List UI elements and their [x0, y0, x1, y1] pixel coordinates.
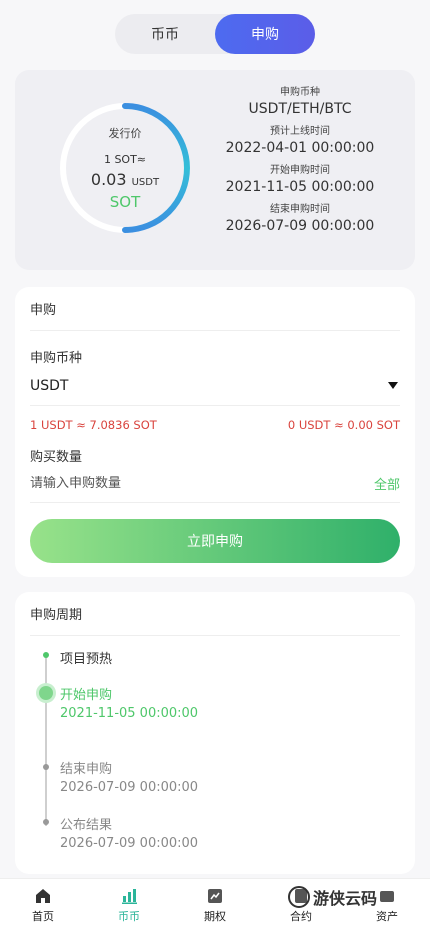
segmented-control: 币币 申购 — [115, 14, 315, 54]
quantity-label: 购买数量 — [30, 450, 83, 465]
home-icon — [36, 889, 50, 903]
subscribe-now-button[interactable]: 立即申购 — [30, 519, 400, 563]
issue-coin: SOT — [109, 193, 141, 211]
tab-label: 资产 — [376, 910, 398, 923]
issue-details: 申购币种 USDT/ETH/BTC 预计上线时间 2022-04-01 00:0… — [215, 86, 385, 242]
step-time: 2026-07-09 00:00:00 — [60, 780, 199, 795]
step-name: 公布结果 — [60, 818, 113, 833]
tab-label: 期权 — [204, 910, 226, 923]
timeline-dot — [43, 652, 49, 658]
tab-subscribe[interactable]: 申购 — [215, 14, 315, 54]
quantity-row: 全部 — [30, 465, 400, 503]
rate-right: 0 USDT ≈ 0.00 SOT — [287, 418, 400, 432]
issue-price-unit: USDT — [131, 177, 160, 188]
watermark-logo-icon — [288, 886, 310, 908]
options-icon — [208, 889, 222, 903]
tab-coin-trade[interactable]: 币币 — [86, 879, 172, 932]
info-end-time: 结束申购时间 2026-07-09 00:00:00 — [215, 203, 385, 235]
info-value: 2021-11-05 00:00:00 — [225, 179, 375, 195]
period-title: 申购周期 — [30, 592, 400, 636]
timeline-step-preheat: 项目预热 — [60, 648, 112, 667]
info-value: 2022-04-01 00:00:00 — [225, 140, 375, 156]
timeline-line — [45, 654, 47, 826]
timeline-dot-active — [39, 686, 53, 700]
tab-label: 首页 — [32, 910, 54, 923]
all-button[interactable]: 全部 — [374, 474, 400, 493]
info-value: 2026-07-09 00:00:00 — [225, 218, 375, 234]
step-time: 2026-07-09 00:00:00 — [60, 836, 199, 851]
watermark-text: 游侠云码 — [313, 889, 378, 908]
tab-label: 合约 — [290, 910, 312, 923]
rate-row: 1 USDT ≈ 7.0836 SOT 0 USDT ≈ 0.00 SOT — [30, 418, 400, 432]
issue-info-card: 发行价 1 SOT≈ 0.03 USDT SOT 申购币种 USDT/ETH/B… — [15, 70, 415, 270]
info-label: 申购币种 — [280, 87, 320, 98]
subscribe-title: 申购 — [30, 287, 400, 331]
tab-label: 币币 — [118, 910, 140, 923]
info-label: 预计上线时间 — [270, 126, 330, 137]
timeline-dot — [43, 764, 49, 770]
caret-down-icon — [388, 382, 398, 389]
issue-price-label: 发行价 — [108, 127, 142, 140]
subscribe-card: 申购 申购币种 USDT 1 USDT ≈ 7.0836 SOT 0 USDT … — [15, 287, 415, 577]
currency-label: 申购币种 — [30, 351, 83, 366]
timeline-step-end: 结束申购 2026-07-09 00:00:00 — [60, 758, 198, 795]
step-name: 结束申购 — [60, 762, 113, 777]
issue-rate-prefix: 1 SOT≈ — [103, 153, 147, 166]
info-listing-time: 预计上线时间 2022-04-01 00:00:00 — [215, 125, 385, 157]
tab-options[interactable]: 期权 — [172, 879, 258, 932]
period-card: 申购周期 项目预热 开始申购 2021-11-05 00:00:00 结束申购 … — [15, 592, 415, 874]
currency-value: USDT — [30, 377, 69, 394]
info-currency: 申购币种 USDT/ETH/BTC — [215, 86, 385, 118]
step-name: 项目预热 — [60, 652, 113, 667]
info-label: 开始申购时间 — [270, 165, 330, 176]
issue-price: 0.03 USDT — [91, 170, 159, 189]
issue-price-value: 0.03 — [90, 170, 127, 189]
quantity-input[interactable] — [30, 476, 280, 491]
tab-home[interactable]: 首页 — [0, 879, 86, 932]
step-time: 2021-11-05 00:00:00 — [60, 706, 199, 721]
info-value: USDT/ETH/BTC — [248, 101, 352, 117]
tab-coin[interactable]: 币币 — [115, 14, 215, 54]
timeline-step-result: 公布结果 2026-07-09 00:00:00 — [60, 814, 198, 851]
info-start-time: 开始申购时间 2021-11-05 00:00:00 — [215, 164, 385, 196]
rate-left: 1 USDT ≈ 7.0836 SOT — [30, 418, 157, 432]
assets-icon — [380, 891, 394, 902]
issue-price-block: 发行价 1 SOT≈ 0.03 USDT SOT — [57, 100, 193, 236]
timeline-step-start: 开始申购 2021-11-05 00:00:00 — [60, 684, 198, 721]
step-name: 开始申购 — [60, 688, 113, 703]
watermark: 游侠云码 — [288, 885, 377, 909]
bar-chart-icon — [122, 889, 137, 904]
currency-select[interactable]: USDT — [30, 366, 400, 406]
info-label: 结束申购时间 — [270, 204, 330, 215]
timeline-dot — [43, 819, 49, 825]
